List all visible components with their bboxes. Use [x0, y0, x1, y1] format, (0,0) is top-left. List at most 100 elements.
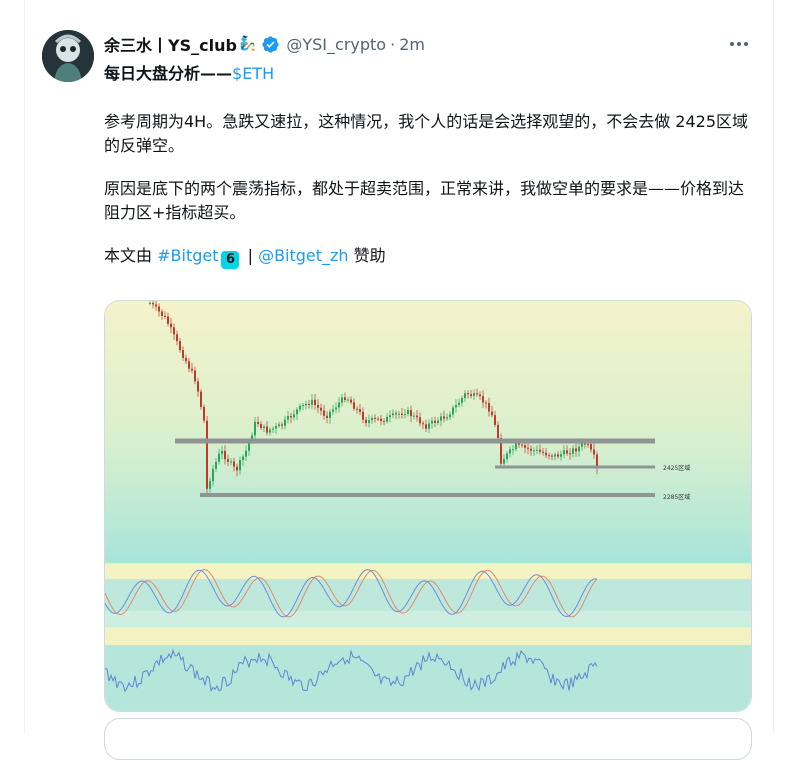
candle-body	[296, 409, 298, 415]
candle-body	[476, 393, 478, 395]
candle-body	[563, 450, 565, 455]
candle-body	[224, 450, 226, 460]
candle-body	[572, 448, 574, 454]
candle-body	[587, 444, 589, 446]
candle-body	[548, 455, 550, 457]
tweet-title: 每日大盘分析——$ETH	[104, 60, 274, 84]
mention-link[interactable]: @Bitget_zh	[258, 246, 349, 265]
candle-body	[545, 452, 547, 456]
candle-body	[344, 397, 346, 400]
candle-body	[317, 404, 319, 408]
candle-body	[284, 419, 286, 426]
candle-body	[158, 306, 160, 312]
candle-body	[413, 415, 415, 417]
candle-body	[410, 410, 412, 417]
hashtag-link[interactable]: #Bitget	[157, 246, 218, 265]
candle-body	[437, 420, 439, 423]
candle-body	[386, 416, 388, 422]
candle-body	[380, 418, 382, 421]
candle-body	[488, 403, 490, 412]
cashtag-link[interactable]: $ETH	[232, 64, 274, 83]
candle-body	[356, 408, 358, 410]
candle-body	[578, 446, 580, 452]
candle-body	[179, 341, 181, 351]
more-icon[interactable]	[728, 34, 750, 54]
candle-body	[263, 426, 265, 428]
candle-body	[530, 448, 532, 451]
candle-body	[434, 420, 436, 423]
author-name[interactable]: 余三水丨YS_club	[104, 32, 237, 56]
candle-body	[170, 323, 172, 328]
author-handle[interactable]: @YSI_crypto	[286, 35, 386, 54]
candle-body	[278, 424, 280, 427]
candle-body	[485, 402, 487, 404]
candle-body	[215, 461, 217, 469]
candle-body	[311, 399, 313, 405]
candle-body	[362, 411, 364, 420]
candle-body	[497, 424, 499, 439]
genie-emoji-icon: 🧞	[238, 36, 257, 52]
candle-body	[533, 450, 535, 452]
candle-body	[371, 417, 373, 421]
separator-dot: ·	[390, 34, 396, 54]
candle-body	[347, 399, 349, 401]
candle-body	[359, 409, 361, 412]
candle-body	[188, 361, 190, 369]
candle-body	[341, 397, 343, 403]
candle-body	[581, 443, 583, 447]
candle-body	[473, 393, 475, 396]
verified-badge-icon[interactable]	[261, 35, 280, 54]
main-pane-background	[105, 301, 751, 563]
candle-body	[236, 466, 238, 471]
candle-body	[524, 445, 526, 448]
avatar-image	[42, 30, 94, 82]
candle-body	[314, 399, 316, 405]
candle-body	[389, 415, 391, 417]
candle-body	[254, 421, 256, 436]
candle-body	[509, 449, 511, 454]
oversold-zone-1	[105, 611, 751, 627]
candle-body	[395, 413, 397, 415]
candle-body	[452, 407, 454, 415]
sponsor-line: 本文由 #Bitget 6 | @Bitget_zh 赞助	[104, 244, 754, 269]
candle-body	[191, 368, 193, 371]
candle-body	[350, 399, 352, 403]
next-media-card[interactable]	[104, 718, 752, 760]
candle-body	[287, 416, 289, 420]
candle-body	[320, 407, 322, 411]
candle-body	[164, 315, 166, 317]
candle-body	[245, 450, 247, 457]
avatar[interactable]	[42, 30, 94, 82]
candle-body	[455, 405, 457, 408]
candle-body	[407, 410, 409, 415]
candle-body	[575, 448, 577, 452]
candle-body	[491, 411, 493, 416]
tweet-header: 余三水丨YS_club 🧞 @YSI_crypto · 2m	[104, 32, 425, 56]
candle-body	[440, 416, 442, 421]
candle-body	[161, 311, 163, 316]
candle-body	[419, 417, 421, 424]
timestamp[interactable]: 2m	[399, 35, 425, 54]
candle-body	[521, 444, 523, 446]
candle-body	[398, 413, 400, 415]
candle-body	[257, 421, 259, 424]
candle-body	[512, 449, 514, 451]
candle-body	[590, 444, 592, 450]
tweet-body: 参考周期为4H。急跌又速拉，这种情况，我个人的话是会选择观望的，不会去做 242…	[104, 110, 754, 288]
candle-body	[269, 429, 271, 433]
candle-body	[368, 420, 370, 423]
candle-body	[260, 423, 262, 428]
candle-body	[554, 454, 556, 457]
candle-body	[173, 327, 175, 335]
candle-body	[506, 453, 508, 460]
candle-body	[401, 413, 403, 415]
candle-body	[227, 459, 229, 462]
candle-body	[329, 411, 331, 418]
candle-body	[353, 402, 355, 409]
chart-image[interactable]: 2425区域 2285区域	[104, 300, 752, 712]
candle-body	[479, 394, 481, 397]
candle-body	[518, 443, 520, 445]
candle-body	[167, 316, 169, 324]
candle-body	[323, 410, 325, 416]
candle-body	[542, 451, 544, 453]
